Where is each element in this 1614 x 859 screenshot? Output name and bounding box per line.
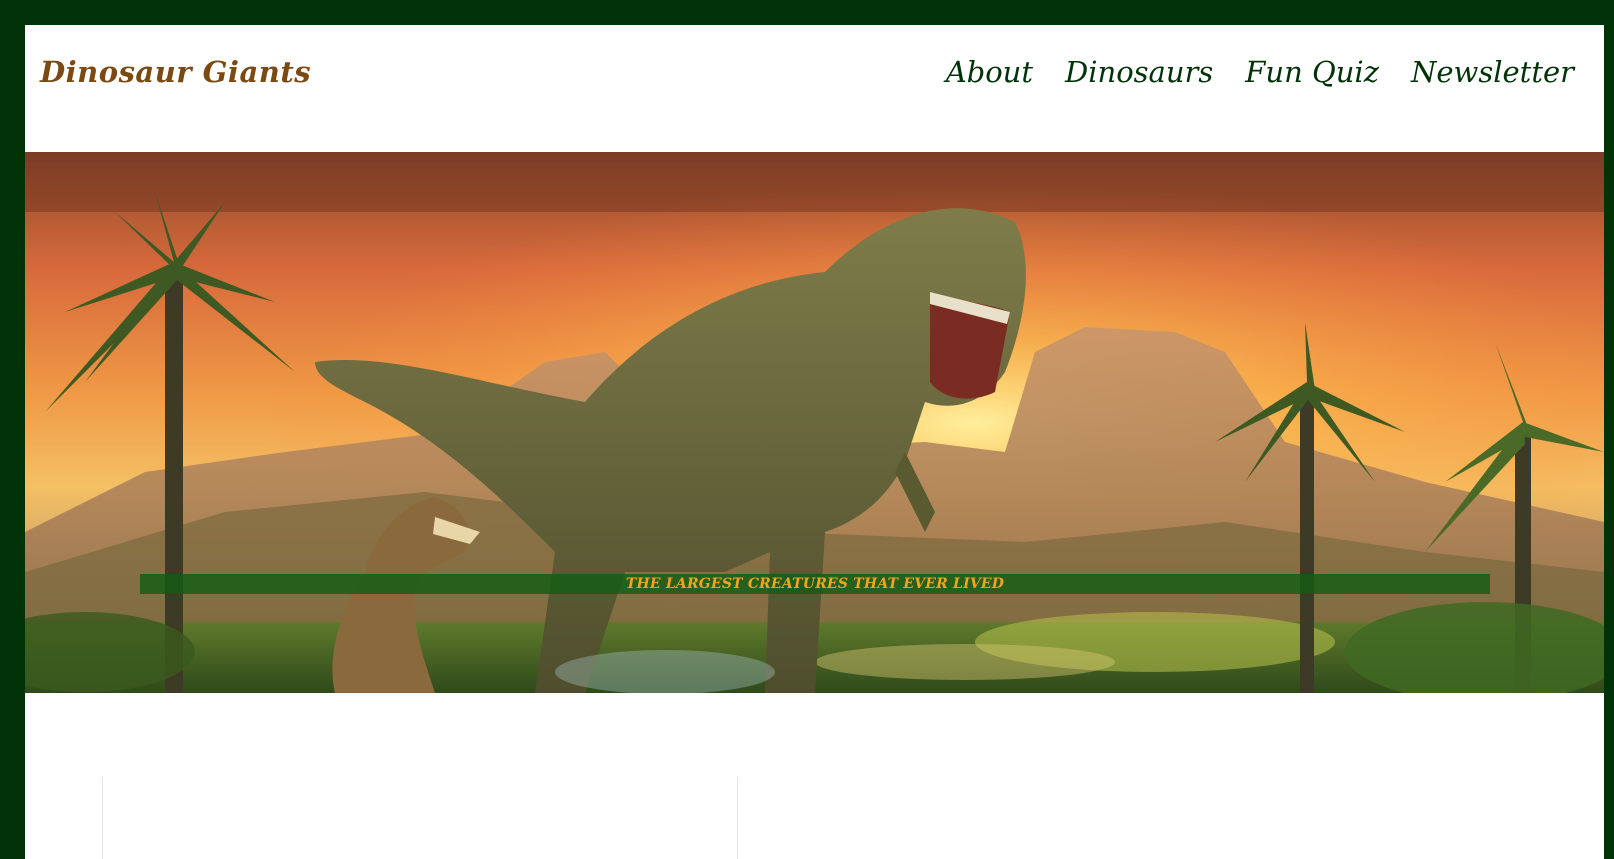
hero-caption: THE LARGEST CREATURES THAT EVER LIVED [625,576,1005,592]
nav-fun-quiz[interactable]: Fun Quiz [1245,55,1379,89]
nav-newsletter[interactable]: Newsletter [1411,55,1574,89]
hero-banner: THE LARGEST CREATURES THAT EVER LIVED [25,152,1604,693]
site-header: Dinosaur Giants About Dinosaurs Fun Quiz… [25,25,1604,152]
hero-image [25,152,1604,693]
content-area [25,693,1604,859]
content-card [102,777,717,859]
nav-about[interactable]: About [946,55,1033,89]
site-logo[interactable]: Dinosaur Giants [40,55,311,89]
content-card [737,777,1352,859]
main-nav: About Dinosaurs Fun Quiz Newsletter [946,55,1574,89]
page: Dinosaur Giants About Dinosaurs Fun Quiz… [25,25,1604,859]
hero-caption-bar: THE LARGEST CREATURES THAT EVER LIVED [140,574,1490,594]
nav-dinosaurs[interactable]: Dinosaurs [1065,55,1213,89]
